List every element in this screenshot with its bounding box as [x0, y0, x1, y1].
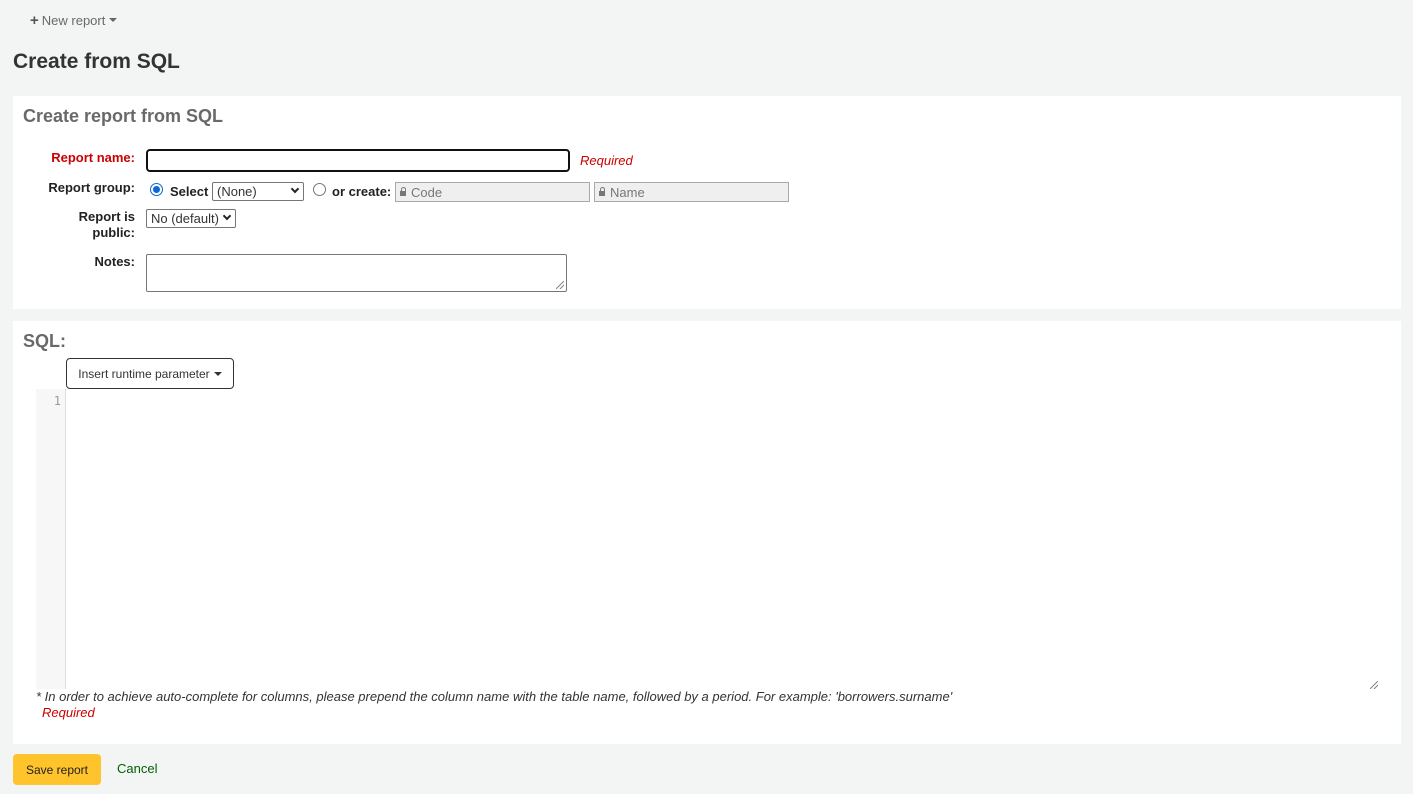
resize-handle-icon[interactable]: [556, 281, 564, 289]
report-public-label: Report is public:: [25, 209, 135, 241]
line-number-gutter: 1: [36, 389, 66, 689]
report-public-label-line2: public:: [92, 225, 135, 240]
group-name-placeholder: Name: [610, 185, 645, 200]
report-name-label: Report name:: [51, 150, 135, 165]
save-report-button[interactable]: Save report: [13, 754, 101, 785]
report-group-label: Report group:: [48, 180, 135, 195]
lock-icon: [400, 187, 406, 196]
sql-editor[interactable]: 1: [36, 389, 1378, 689]
caret-down-icon: [109, 18, 118, 22]
report-details-panel: Create report from SQL Report name: Requ…: [13, 96, 1401, 309]
notes-label: Notes:: [94, 254, 135, 269]
page-title: Create from SQL: [13, 50, 180, 73]
group-name-input[interactable]: Name: [594, 182, 789, 202]
report-public-select[interactable]: No (default): [146, 209, 236, 228]
lock-icon: [599, 187, 605, 196]
report-group-selected: (None): [217, 184, 257, 199]
insert-runtime-parameter-button[interactable]: Insert runtime parameter: [66, 358, 234, 389]
select-group-label: Select: [170, 184, 209, 199]
new-report-dropdown[interactable]: + New report: [30, 11, 118, 29]
select-group-radio[interactable]: [150, 183, 163, 196]
sql-required: Required: [42, 705, 95, 720]
plus-icon: +: [30, 11, 39, 29]
report-name-required: Required: [580, 153, 633, 168]
create-group-label: or create:: [332, 184, 392, 199]
line-number: 1: [53, 394, 61, 408]
sql-section-title: SQL:: [23, 331, 66, 351]
report-public-label-line1: Report is: [78, 209, 135, 224]
chevron-down-icon: [222, 211, 232, 221]
insert-runtime-parameter-label: Insert runtime parameter: [78, 366, 210, 381]
sql-panel: SQL: Insert runtime parameter 1 * In ord…: [13, 321, 1401, 744]
report-name-input[interactable]: [146, 149, 570, 172]
report-public-selected: No (default): [151, 211, 219, 226]
cancel-link[interactable]: Cancel: [117, 761, 157, 776]
section-title: Create report from SQL: [23, 106, 224, 126]
notes-textarea[interactable]: [146, 254, 567, 292]
group-code-placeholder: Code: [411, 185, 443, 200]
autocomplete-hint: * In order to achieve auto-complete for …: [36, 689, 953, 704]
chevron-down-icon: [290, 184, 300, 194]
create-group-radio[interactable]: [313, 183, 326, 196]
resize-handle-icon[interactable]: [1370, 681, 1378, 689]
caret-down-icon: [213, 371, 222, 376]
new-report-label: New report: [41, 12, 106, 28]
report-group-select[interactable]: (None): [212, 182, 304, 201]
group-code-input[interactable]: Code: [395, 182, 590, 202]
